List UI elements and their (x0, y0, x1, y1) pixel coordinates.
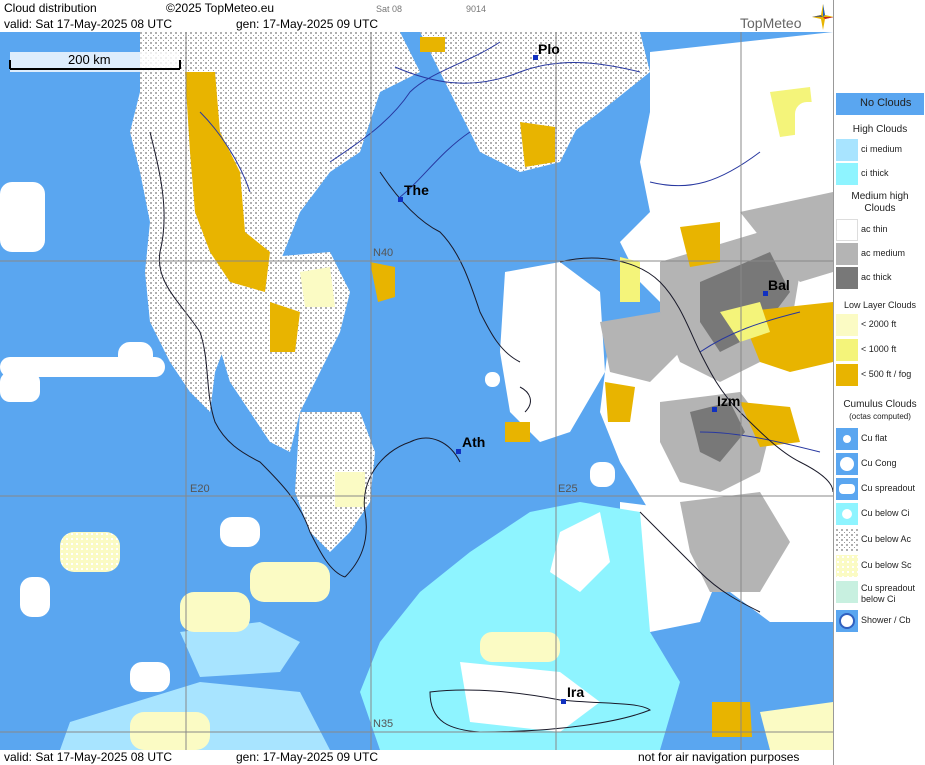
legend-label-shower-cb: Shower / Cb (861, 615, 911, 625)
legend-cu-flat: Cu flat (836, 428, 924, 450)
grid-label-e20: E20 (190, 483, 210, 495)
legend-label-ac-thick: ac thick (861, 272, 892, 282)
legend-swatch-low-2000 (836, 314, 858, 336)
compass-star-icon (812, 4, 834, 30)
legend-label-cu-spreadout: Cu spreadout (861, 483, 916, 493)
logo-text: TopMeteo (740, 15, 802, 31)
scale-label: 200 km (68, 52, 111, 67)
legend-no-clouds: No Clouds (836, 93, 924, 115)
legend-label-cu-below-sc: Cu below Sc (861, 560, 912, 570)
map-footer: valid: Sat 17-May-2025 08 UTC gen: 17-Ma… (0, 750, 833, 765)
legend-ci-medium: ci medium (836, 139, 924, 161)
city-label-bal: Bal (768, 277, 790, 293)
legend-ac-thin: ac thin (836, 219, 924, 241)
footer-generated-time: gen: 17-May-2025 09 UTC (236, 750, 379, 764)
city-marker-the[interactable] (398, 197, 403, 202)
legend-swatch-cu-below-ci (836, 503, 858, 525)
generated-time: gen: 17-May-2025 09 UTC (236, 17, 379, 31)
legend-label-low-500: < 500 ft / fog (861, 369, 912, 379)
legend-low-500: < 500 ft / fog (836, 364, 924, 386)
grid-label-e25: E25 (558, 483, 578, 495)
footer-disclaimer: not for air navigation purposes (638, 750, 800, 764)
city-label-plo: Plo (538, 41, 560, 57)
legend-cu-below-ac: Cu below Ac (836, 529, 924, 551)
grid-label-n35: N35 (373, 718, 394, 730)
legend-cu-below-sc: Cu below Sc (836, 555, 924, 577)
legend-swatch-ac-thin (836, 219, 858, 241)
legend-swatch-cu-flat (836, 428, 858, 450)
legend-swatch-ac-medium (836, 243, 858, 265)
legend-label-cu-flat: Cu flat (861, 433, 888, 443)
legend-swatch-low-500 (836, 364, 858, 386)
legend-cu-spreadout-ci: Cu spreadout below Ci (836, 581, 924, 604)
legend-head-high: High Clouds (852, 124, 908, 135)
legend-label-cu-below-ac: Cu below Ac (861, 534, 912, 544)
map-header: Cloud distribution ©2025 TopMeteo.eu val… (0, 0, 834, 32)
city-label-the: The (404, 182, 429, 198)
legend-ci-thick: ci thick (836, 163, 924, 185)
legend-cu-below-ci: Cu below Ci (836, 503, 924, 525)
legend-low-2000: < 2000 ft (836, 314, 924, 336)
legend-ac-thick: ac thick (836, 267, 924, 289)
cloud-map[interactable]: 200 km N40 N35 E20 E25 Plo The Bal Izm A… (0, 32, 833, 750)
legend-swatch-shower-cb (836, 610, 858, 632)
legend-swatch-low-1000 (836, 339, 858, 361)
map-title: Cloud distribution (4, 1, 97, 15)
city-label-izm: Izm (717, 393, 741, 409)
legend-head-cumulus-sub: (octas computed) (849, 412, 911, 421)
frame-label: Sat 08 (376, 4, 403, 14)
legend-swatch-cu-spreadout-ci (836, 581, 858, 603)
legend-label-low-2000: < 2000 ft (861, 319, 897, 329)
legend-swatch-cu-below-ac (836, 529, 858, 551)
legend-cu-cong: Cu Cong (836, 453, 924, 475)
legend-label-ci-medium: ci medium (861, 144, 903, 154)
cloud-legend: No Clouds High Clouds ci medium ci thick… (833, 0, 925, 765)
map-canvas (0, 32, 833, 750)
legend-head-medium: Medium high Clouds (851, 191, 909, 214)
legend-head-low: Low Layer Clouds (843, 300, 917, 310)
legend-ac-medium: ac medium (836, 243, 924, 265)
legend-swatch-cu-cong (836, 453, 858, 475)
frame-code: 9014 (466, 4, 487, 14)
legend-label-no-clouds: No Clouds (860, 97, 912, 109)
legend-label-ac-medium: ac medium (861, 248, 906, 258)
copyright-text: ©2025 TopMeteo.eu (166, 1, 275, 15)
legend-label-cu-below-ci: Cu below Ci (861, 508, 910, 518)
legend-label-cu-cong: Cu Cong (861, 458, 897, 468)
city-label-ath: Ath (462, 434, 486, 450)
legend-low-1000: < 1000 ft (836, 339, 924, 361)
legend-swatch-cu-spreadout (836, 478, 858, 500)
topmeteo-logo: TopMeteo (740, 4, 834, 31)
legend-shower-cb: Shower / Cb (836, 610, 924, 632)
valid-time: valid: Sat 17-May-2025 08 UTC (4, 17, 173, 31)
footer-valid-time: valid: Sat 17-May-2025 08 UTC (4, 750, 173, 764)
legend-label-ac-thin: ac thin (861, 224, 888, 234)
legend-head-cumulus: Cumulus Clouds (843, 399, 917, 410)
legend-swatch-ci-medium (836, 139, 858, 161)
legend-label-cu-spreadout-ci: Cu spreadout below Ci (861, 583, 916, 604)
city-marker-ath[interactable] (456, 449, 461, 454)
legend-label-ci-thick: ci thick (861, 168, 889, 178)
legend-swatch-ac-thick (836, 267, 858, 289)
city-label-ira: Ira (567, 684, 585, 700)
grid-label-n40: N40 (373, 247, 394, 259)
legend-swatch-ci-thick (836, 163, 858, 185)
legend-cu-spreadout: Cu spreadout (836, 478, 924, 500)
legend-swatch-cu-below-sc (836, 555, 858, 577)
city-marker-ira[interactable] (561, 699, 566, 704)
legend-label-low-1000: < 1000 ft (861, 344, 897, 354)
